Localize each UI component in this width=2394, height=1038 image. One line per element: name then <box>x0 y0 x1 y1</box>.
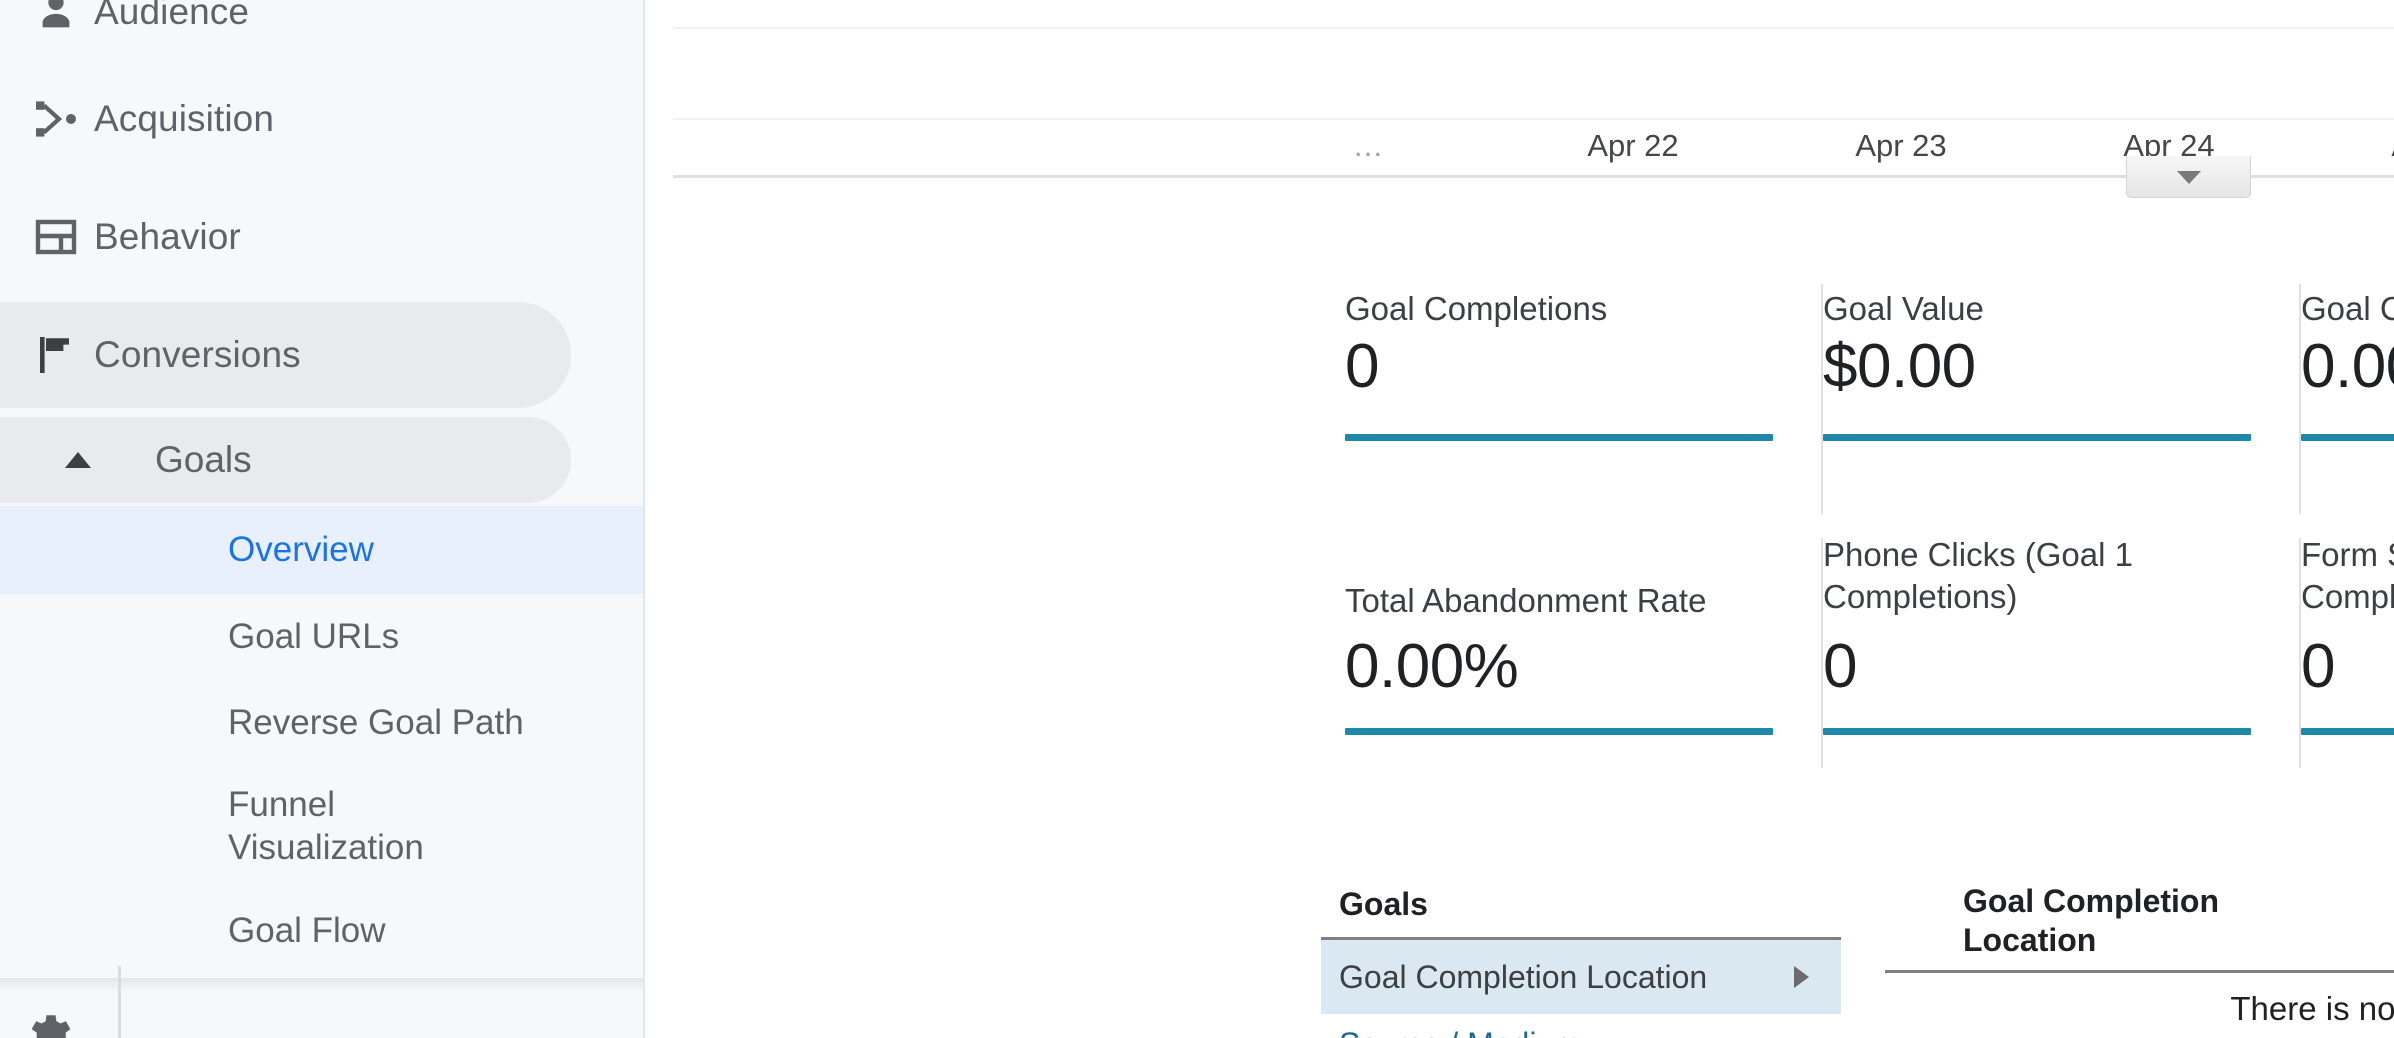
table-header-rule <box>1885 970 2394 973</box>
metric-sparkline <box>1345 434 1773 441</box>
sidebar-item-goal-flow[interactable]: Goal Flow <box>0 888 645 974</box>
goals-item-label: Goal Completion Location <box>1339 958 1708 995</box>
metric-sparkline <box>1823 728 2251 735</box>
table-header-row: Goal Completion Location Goal Completion… <box>1885 878 2394 970</box>
goals-data-table: Goal Completion Location Goal Completion… <box>1885 878 2394 1027</box>
sidebar-footer-divider <box>118 966 121 1038</box>
metric-cards-row-1: Goal Completions 0 Goal Value $0.00 Goal… <box>1345 274 2394 524</box>
sidebar-item-overview[interactable]: Overview <box>0 506 645 594</box>
acquisition-share-icon <box>18 95 94 143</box>
metric-cards-row-2: Total Abandonment Rate 0.00% Phone Click… <box>1345 528 2394 778</box>
analytics-goals-overview-page: Audience Acquisition Behavior Conversion… <box>0 0 2394 1038</box>
gear-icon[interactable] <box>22 1008 76 1038</box>
metric-value: 0 <box>1345 332 1379 401</box>
sidebar-group-goals[interactable]: Goals <box>0 414 645 506</box>
metric-title: Goal Completions <box>1345 290 1608 327</box>
chevron-right-icon <box>1794 966 1809 988</box>
sidebar-item-label: Goal Flow <box>228 910 386 950</box>
metric-sparkline <box>1345 728 1773 735</box>
metric-card-goal-conversion-rate[interactable]: Goal Conversion Rate 0.00% <box>2301 274 2394 524</box>
metric-value: 0.00% <box>2301 332 2394 401</box>
sidebar-item-goal-urls[interactable]: Goal URLs <box>0 594 645 680</box>
goals-dimension-panel: Goals Goal Completion Location Source / … <box>1321 878 1841 1038</box>
sidebar-item-audience[interactable]: Audience <box>0 0 645 60</box>
goals-panel-title: Goals <box>1339 886 1428 922</box>
metric-sparkline <box>1823 434 2251 441</box>
sidebar-footer <box>0 966 645 1038</box>
x-axis-tick: Apr 23 <box>1855 128 1947 163</box>
sidebar-item-conversions[interactable]: Conversions <box>0 296 645 414</box>
timeseries-chart-bottom: … Apr 22 Apr 23 Apr 24 Apr 25 Apr 26 Apr… <box>645 0 2394 180</box>
goals-item-source-medium[interactable]: Source / Medium <box>1321 1014 1841 1038</box>
x-axis-tick: … <box>1352 128 1386 163</box>
metric-title: Total Abandonment Rate <box>1345 582 1707 619</box>
left-navigation-sidebar: Audience Acquisition Behavior Conversion… <box>0 0 645 1038</box>
x-axis-tick: Apr 22 <box>1587 128 1679 163</box>
chart-collapse-handle[interactable] <box>2126 156 2251 198</box>
main-content-area: … Apr 22 Apr 23 Apr 24 Apr 25 Apr 26 Apr… <box>645 0 2394 1038</box>
sidebar-item-label: Acquisition <box>94 98 275 139</box>
chart-gridline <box>673 118 2394 120</box>
goals-item-goal-completion-location[interactable]: Goal Completion Location <box>1321 940 1841 1014</box>
table-empty-message: There is no data for this view. <box>2230 990 2394 1027</box>
metric-sparkline <box>2301 434 2394 441</box>
metric-title: Form Submissions (Goal 2 Completions) <box>2301 536 2394 616</box>
person-icon <box>18 0 94 35</box>
sidebar-item-label: Reverse Goal Path <box>228 702 524 742</box>
metric-card-total-abandonment-rate[interactable]: Total Abandonment Rate 0.00% <box>1345 528 1823 778</box>
chart-gridline <box>673 27 2394 29</box>
sidebar-item-label: Overview <box>228 529 374 569</box>
sidebar-item-label: Funnel Visualization <box>228 785 424 867</box>
metric-card-goal-value[interactable]: Goal Value $0.00 <box>1823 274 2301 524</box>
metric-card-phone-clicks[interactable]: Phone Clicks (Goal 1 Completions) 0 <box>1823 528 2301 778</box>
sidebar-item-label: Conversions <box>94 334 301 375</box>
caret-up-icon <box>0 452 155 468</box>
metric-title: Goal Conversion Rate <box>2301 290 2394 327</box>
metric-value: 0 <box>2301 632 2335 701</box>
metric-card-form-submissions[interactable]: Form Submissions (Goal 2 Completions) 0 <box>2301 528 2394 778</box>
metric-value: 0.00% <box>1345 632 1519 701</box>
sidebar-item-label: Behavior <box>94 216 241 257</box>
sidebar-item-behavior[interactable]: Behavior <box>0 178 645 296</box>
metric-value: 0 <box>1823 632 1857 701</box>
metric-sparkline <box>2301 728 2394 735</box>
metric-value: $0.00 <box>1823 332 1976 401</box>
sidebar-group-label: Goals <box>155 439 252 480</box>
sidebar-footer-shadow <box>0 978 645 992</box>
sidebar-item-label: Audience <box>94 0 250 32</box>
sidebar-item-reverse-goal-path[interactable]: Reverse Goal Path <box>0 680 645 766</box>
flag-icon <box>18 331 94 379</box>
metric-card-goal-completions[interactable]: Goal Completions 0 <box>1345 274 1823 524</box>
metric-title: Phone Clicks (Goal 1 Completions) <box>1823 536 2133 616</box>
goals-item-label: Source / Medium <box>1339 1026 1581 1038</box>
sidebar-item-funnel-visualization[interactable]: Funnel Visualization <box>0 766 645 888</box>
chevron-down-icon <box>2176 171 2201 184</box>
sidebar-item-label: Goal URLs <box>228 616 400 656</box>
behavior-layout-icon <box>18 213 94 261</box>
goals-breakdown-section: Goals Goal Completion Location Source / … <box>645 878 2394 1038</box>
sidebar-item-acquisition[interactable]: Acquisition <box>0 60 645 178</box>
metric-title: Goal Value <box>1823 290 1984 327</box>
table-header-location[interactable]: Goal Completion Location <box>1963 882 2219 960</box>
